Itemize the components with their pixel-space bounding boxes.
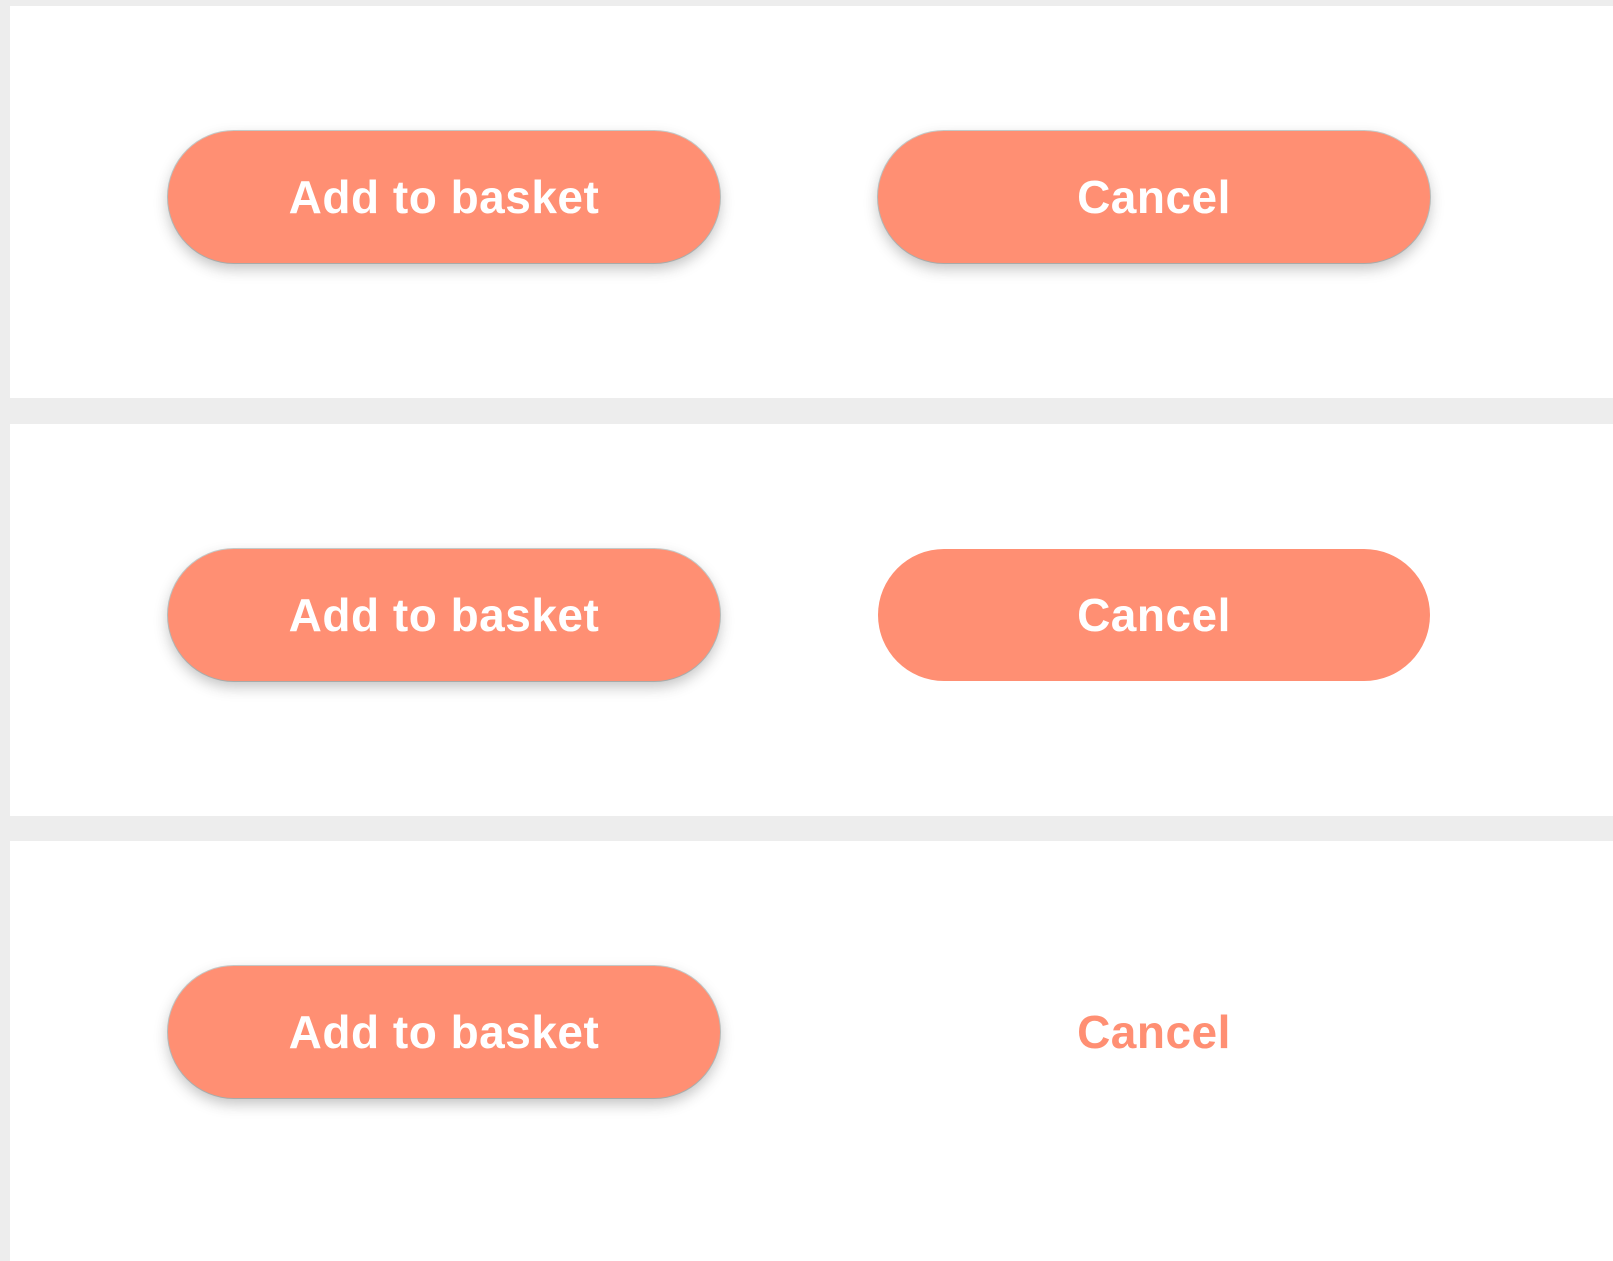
button-variant-row-flat: Add to basket Cancel <box>10 424 1613 816</box>
cancel-button-flat[interactable]: Cancel <box>878 549 1430 681</box>
add-to-basket-button[interactable]: Add to basket <box>168 966 720 1098</box>
button-variant-row-raised: Add to basket Cancel <box>10 6 1613 398</box>
cancel-button-raised[interactable]: Cancel <box>878 131 1430 263</box>
add-to-basket-button[interactable]: Add to basket <box>168 549 720 681</box>
add-to-basket-button[interactable]: Add to basket <box>168 131 720 263</box>
cancel-button-text[interactable]: Cancel <box>878 966 1430 1098</box>
button-variant-row-text: Add to basket Cancel <box>10 841 1613 1261</box>
